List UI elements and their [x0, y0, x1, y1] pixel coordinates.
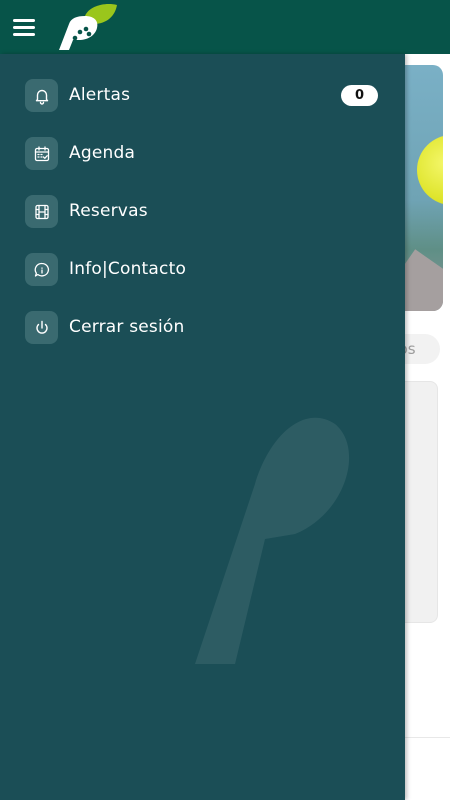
drawer-item-alertas[interactable]: Alertas 0 [0, 70, 405, 120]
drawer-item-label: Alertas [69, 85, 131, 105]
drawer-item-label: Cerrar sesión [69, 317, 185, 337]
drawer-item-info-contacto[interactable]: Info|Contacto [0, 244, 405, 294]
hamburger-menu-icon[interactable] [11, 15, 37, 39]
alerts-count-badge: 0 [341, 85, 378, 106]
app-logo [59, 4, 117, 50]
divider [405, 737, 450, 738]
bell-icon [25, 79, 58, 112]
chat-info-icon [25, 253, 58, 286]
drawer-item-agenda[interactable]: Agenda [0, 128, 405, 178]
navigation-drawer: Alertas 0 Agenda Reservas Info|Contacto … [0, 54, 405, 800]
power-icon [25, 311, 58, 344]
drawer-watermark-logo [195, 417, 350, 664]
film-icon [25, 195, 58, 228]
drawer-item-label: Info|Contacto [69, 259, 187, 279]
tennis-ball-graphic [417, 135, 443, 205]
drawer-item-cerrar-sesion[interactable]: Cerrar sesión [0, 302, 405, 352]
app-screen: dos [0, 0, 450, 800]
drawer-item-reservas[interactable]: Reservas [0, 186, 405, 236]
calendar-icon [25, 137, 58, 170]
top-app-bar [0, 0, 450, 54]
drawer-item-label: Agenda [69, 143, 136, 163]
drawer-item-label: Reservas [69, 201, 148, 221]
